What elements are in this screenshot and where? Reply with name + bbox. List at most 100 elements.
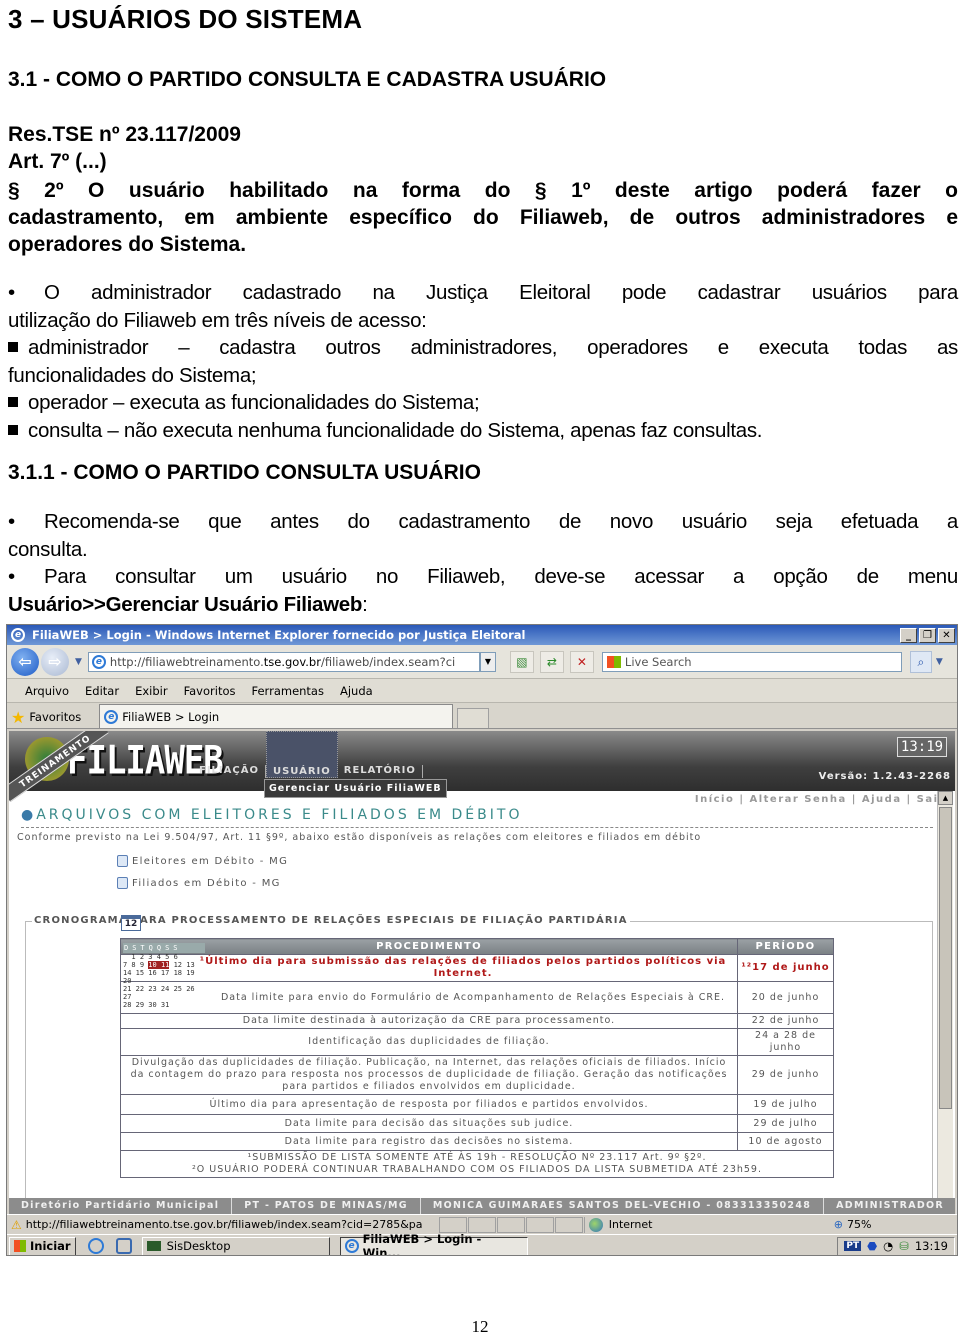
start-button[interactable]: Iniciar	[9, 1236, 76, 1255]
scroll-up-icon[interactable]: ▲	[938, 791, 953, 805]
download-filiados[interactable]: Filiados em Débito - MG	[117, 877, 281, 889]
scroll-thumb[interactable]	[939, 807, 952, 1109]
bullet-icon: ●	[21, 807, 37, 823]
task-sisdesktop[interactable]: SisDesktop	[141, 1236, 330, 1255]
paragraph-line: cadastramento, em ambiente específico do…	[8, 206, 958, 229]
app-footer: Diretório Partidário Municipal PT - PATO…	[9, 1198, 957, 1214]
footer-user: MONICA GUIMARAES SANTOS DEL-VECHIO - 083…	[421, 1198, 825, 1214]
menu-favoritos[interactable]: Favoritos	[184, 684, 236, 698]
network-icon[interactable]: ⬣	[867, 1239, 877, 1253]
quicklaunch-desktop-icon[interactable]	[115, 1238, 132, 1254]
nav-filiacao[interactable]: FILIAÇÃO	[193, 765, 266, 778]
warning-icon: ⚠	[11, 1217, 22, 1232]
address-bar: ⇦ ⇨ ▼ e http://filiawebtreinamento. tse.g…	[7, 645, 957, 679]
search-icon[interactable]: ⌕	[909, 650, 932, 673]
table-row: Data limite para decisão das situações s…	[120, 1114, 834, 1133]
bullet-line: • Recomenda-se que antes do cadastramento…	[8, 508, 958, 536]
bullet-line: consulta.	[8, 537, 88, 561]
table-row: Data limite destinada à autorização da C…	[120, 1013, 834, 1029]
top-links[interactable]: Início | Alterar Senha | Ajuda | Sair	[695, 794, 945, 805]
quicklaunch-ie-icon[interactable]	[87, 1238, 104, 1254]
url-dropdown-icon[interactable]: ▼	[479, 651, 496, 672]
level-admin: administrador – cadastra outros administ…	[8, 334, 958, 362]
square-bullet-icon	[8, 424, 18, 435]
restore-button[interactable]: ❐	[919, 627, 936, 643]
favorites-button[interactable]: ★ Favoritos	[11, 706, 81, 728]
window-titlebar: e FiliaWEB > Login - Windows Internet Ex…	[7, 625, 957, 645]
system-tray: PT ⬣ ◔ ⛁ 13:19	[837, 1236, 955, 1255]
sound-icon[interactable]: ◔	[883, 1239, 893, 1253]
paragraph-line: operadores do Sistema.	[8, 233, 247, 256]
footer-party: PT - PATOS DE MINAS/MG	[232, 1198, 421, 1214]
ie-icon: e	[104, 709, 119, 724]
article-reference: Art. 7º (...)	[8, 150, 107, 173]
search-input[interactable]: Live Search	[601, 651, 902, 672]
level-operator: operador – executa as funcionalidades do…	[8, 389, 958, 417]
browser-tab[interactable]: e FiliaWEB > Login	[99, 704, 454, 728]
favorites-bar: ★ Favoritos e FiliaWEB > Login	[7, 703, 957, 729]
paragraph-line: § 2º O usuário habilitado na forma do § …	[8, 179, 958, 202]
windows-logo-icon	[14, 1240, 26, 1252]
taskbar: Iniciar SisDesktop e FiliaWEB > Login - W…	[7, 1232, 957, 1255]
clock: 13:19	[914, 1239, 948, 1253]
back-button[interactable]: ⇦	[11, 647, 39, 676]
table-row: Divulgação das duplicidades de filiação.…	[120, 1055, 834, 1095]
table-row: Último dia para apresentação de resposta…	[120, 1094, 834, 1115]
filiaweb-page: FILIAWEB TREINAMENTO FILIAÇÃO USUÁRIO RE…	[9, 731, 955, 1198]
app-version: Versão: 1.2.43-2268	[818, 771, 951, 782]
bullet-icon: •	[8, 510, 15, 533]
stop-icon[interactable]: ✕	[569, 650, 594, 673]
schedule-table: PROCEDIMENTO PERÍODO ¹Último dia para su…	[120, 938, 834, 1178]
browser-screenshot: e FiliaWEB > Login - Windows Internet Ex…	[6, 624, 958, 1256]
law-notice: Conforme previsto na Lei 9.504/97, Art. …	[17, 832, 702, 843]
zoom-level[interactable]: ⊕ 75%	[834, 1218, 872, 1231]
task-filiaweb[interactable]: e FiliaWEB > Login - Win...	[339, 1232, 528, 1255]
menu-arquivo[interactable]: Arquivo	[25, 684, 69, 698]
table-notes-row: ¹SUBMISSÃO DE LISTA SOMENTE ATÉ ÀS 19h -…	[120, 1150, 834, 1178]
menu-ajuda[interactable]: Ajuda	[340, 684, 373, 698]
table-row: ¹Último dia para submissão das relações …	[120, 954, 834, 982]
vertical-scrollbar[interactable]: ▲	[937, 791, 953, 1198]
language-indicator[interactable]: PT	[844, 1241, 862, 1251]
close-button[interactable]: ✕	[938, 627, 955, 643]
table-header-row: PROCEDIMENTO PERÍODO	[120, 938, 834, 955]
header-periodo: PERÍODO	[737, 938, 834, 955]
globe-icon	[588, 1217, 603, 1232]
new-tab-button[interactable]	[457, 708, 490, 728]
level-admin-cont: funcionalidades do Sistema;	[8, 363, 257, 387]
menu-editar[interactable]: Editar	[85, 684, 119, 698]
monitor-icon	[146, 1241, 161, 1251]
calendar-icon[interactable]: 12	[121, 915, 141, 931]
compat-view-icon[interactable]: ▧	[509, 650, 534, 673]
history-dropdown-icon[interactable]: ▼	[75, 657, 82, 667]
nav-usuario[interactable]: USUÁRIO	[265, 731, 338, 778]
bullet-line: • O administrador cadastrado na Justiça E…	[8, 279, 958, 307]
menu-ferramentas[interactable]: Ferramentas	[252, 684, 324, 698]
star-icon: ★	[11, 707, 26, 727]
download-eleitores[interactable]: Eleitores em Débito - MG	[117, 855, 288, 867]
document-icon	[117, 855, 128, 867]
nav-relatorio[interactable]: RELATÓRIO	[338, 765, 423, 778]
app-nav: FILIAÇÃO USUÁRIO RELATÓRIO	[193, 731, 423, 778]
document-icon	[117, 877, 128, 889]
table-row: Data limite para registro das decisões n…	[120, 1132, 834, 1151]
ie-icon: e	[344, 1239, 359, 1253]
page-number: 12	[471, 1317, 489, 1336]
refresh-icon[interactable]: ⇄	[539, 650, 564, 673]
forward-button[interactable]: ⇨	[41, 647, 69, 676]
header-procedimento: PROCEDIMENTO	[120, 938, 738, 955]
url-input[interactable]: e http://filiawebtreinamento. tse.gov.br /…	[87, 651, 480, 672]
consult-bullets: • Recomenda-se que antes do cadastramento…	[8, 508, 958, 618]
menu-exibir[interactable]: Exibir	[135, 684, 168, 698]
minimize-button[interactable]: _	[900, 627, 917, 643]
live-search-icon	[606, 655, 621, 668]
bullet-line: • Para consultar um usuário no Filiaweb, …	[8, 563, 958, 591]
note-2: ²O USUÁRIO PODERÁ CONTINUAR TRABALHANDO …	[192, 1164, 762, 1175]
search-options-icon[interactable]: ▼	[936, 657, 943, 667]
submenu-gerenciar-usuario[interactable]: Gerenciar Usuário FiliaWEB	[264, 779, 447, 798]
tray-app-icon[interactable]: ⛁	[899, 1239, 909, 1253]
menu-path: Usuário>>Gerenciar Usuário Filiaweb	[8, 592, 363, 616]
footer-org-type: Diretório Partidário Municipal	[9, 1198, 233, 1214]
bullet-line: Usuário>>Gerenciar Usuário Filiaweb:	[8, 592, 368, 616]
square-bullet-icon	[8, 342, 18, 352]
